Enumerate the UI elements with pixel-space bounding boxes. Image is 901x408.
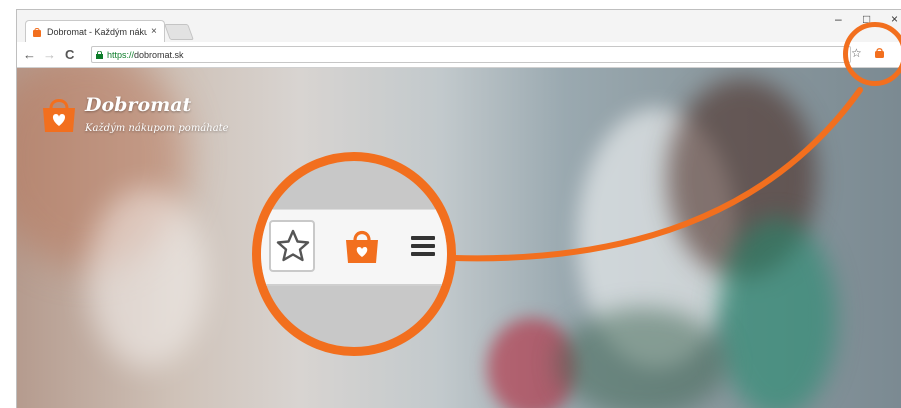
tab-dobromat[interactable]: Dobromat - Každým náku ×: [25, 20, 165, 42]
page-hero: Dobromat Každým nákupom pomáhate: [17, 68, 901, 408]
minimize-button[interactable]: –: [835, 12, 842, 26]
back-button[interactable]: ←: [23, 47, 36, 62]
magnified-toolbar-view: [261, 161, 447, 347]
shopping-bag-heart-icon: [346, 230, 378, 263]
new-tab-button[interactable]: [164, 24, 194, 40]
tab-title: Dobromat - Každým náku: [47, 26, 147, 37]
tab-close-icon[interactable]: ×: [151, 26, 157, 37]
tab-strip: Dobromat - Každým náku × – □ ×: [17, 10, 901, 42]
dobromat-logo-icon: [43, 99, 75, 132]
url-scheme: https://: [107, 49, 135, 60]
lock-icon: [96, 50, 103, 59]
browser-toolbar: ← → C https://dobromat.sk ☆: [17, 42, 901, 68]
brand-tagline: Každým nákupom pomáhate: [85, 123, 229, 134]
bg-shape: [87, 188, 207, 368]
bg-shape: [557, 308, 727, 408]
url-text: https://dobromat.sk: [107, 50, 184, 60]
reload-button[interactable]: C: [65, 47, 74, 62]
address-bar[interactable]: https://dobromat.sk: [91, 46, 851, 63]
browser-window: Dobromat - Každým náku × – □ × ← → C htt…: [17, 10, 901, 408]
star-icon: [276, 229, 310, 262]
favicon-bag-icon: [33, 27, 41, 37]
highlight-circle-small: [843, 22, 901, 86]
close-window-button[interactable]: ×: [891, 12, 898, 26]
zoom-magnifier: [252, 152, 456, 356]
magnified-toolbar: [261, 209, 447, 286]
forward-button[interactable]: →: [43, 47, 56, 62]
bg-shape: [717, 218, 837, 408]
url-host: dobromat.sk: [134, 49, 184, 60]
hamburger-menu-icon: [411, 236, 435, 256]
magnified-bookmark-button: [269, 220, 315, 272]
brand-name[interactable]: Dobromat: [85, 94, 191, 116]
